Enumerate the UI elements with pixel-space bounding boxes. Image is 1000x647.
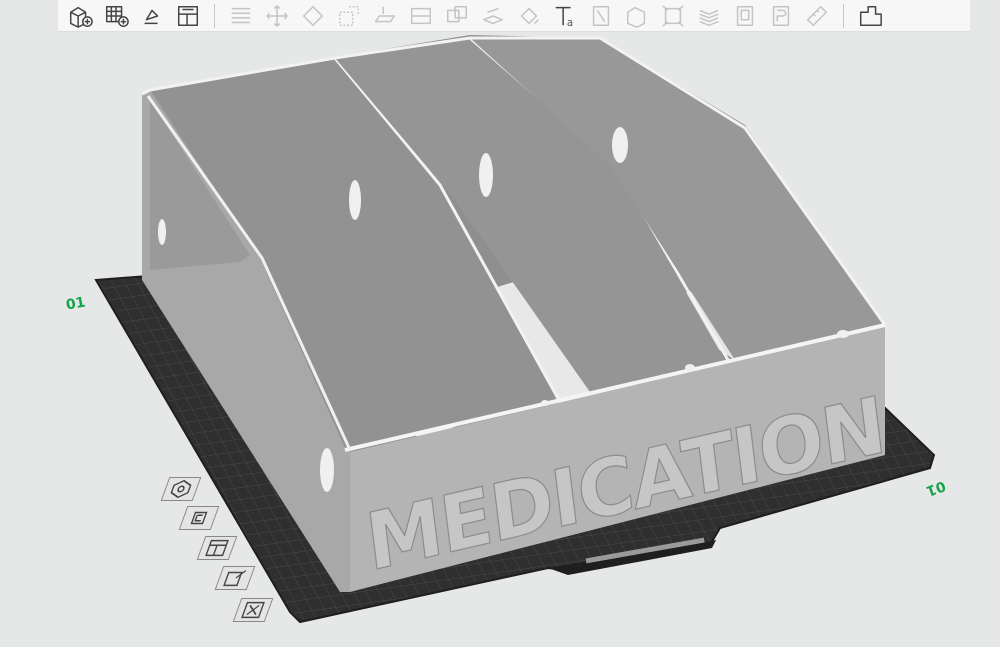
hole (685, 364, 695, 372)
plate-filament-button[interactable] (178, 506, 220, 530)
hole (541, 400, 549, 406)
toolbar-separator (843, 3, 844, 28)
toolbar-separator (214, 3, 215, 28)
part-icon (772, 5, 790, 26)
lay-on-face-icon (374, 6, 396, 22)
lay-on-face-button[interactable] (367, 1, 403, 31)
emboss-button[interactable] (619, 1, 655, 31)
seam-paint-button[interactable] (583, 1, 619, 31)
sla-hollow-button[interactable] (727, 1, 763, 31)
support-paint-button[interactable] (475, 1, 511, 31)
add-plate-button[interactable] (98, 1, 134, 31)
hole (479, 153, 493, 197)
sla-hollow-icon (736, 5, 754, 26)
layers-button[interactable] (223, 1, 259, 31)
fix-model-button[interactable] (655, 1, 691, 31)
cut-icon (410, 7, 432, 24)
move-button[interactable] (259, 1, 295, 31)
scene-canvas[interactable]: MEDICATION (0, 0, 1000, 643)
hole (158, 219, 166, 245)
add-plate-icon (105, 5, 129, 27)
plate-edit-button[interactable] (214, 566, 256, 590)
add-object-button[interactable] (62, 1, 98, 31)
plate-label-left: 01 (64, 294, 87, 314)
hole (837, 330, 849, 338)
part-button[interactable] (763, 1, 799, 31)
assembly-button[interactable] (852, 1, 888, 31)
text-tool-icon: a (555, 6, 573, 29)
boolean-icon (446, 5, 468, 22)
support-paint-icon (482, 7, 504, 24)
variable-layer-button[interactable] (691, 1, 727, 31)
emboss-icon (626, 6, 646, 28)
top-toolbar: a (58, 0, 970, 32)
arrange-icon (177, 5, 199, 26)
hole (349, 180, 361, 220)
plate-settings-button[interactable] (160, 477, 202, 501)
move-icon (266, 4, 288, 27)
color-paint-icon (520, 7, 539, 24)
cut-button[interactable] (403, 1, 439, 31)
arrange-button[interactable] (170, 1, 206, 31)
rotate-icon (302, 5, 324, 26)
delete-plate-button[interactable] (232, 598, 274, 622)
hole (320, 448, 334, 492)
svg-text:a: a (567, 18, 573, 29)
layers-icon (231, 7, 251, 23)
assembly-icon (859, 5, 882, 26)
measure-button[interactable] (799, 1, 835, 31)
fix-model-icon (662, 4, 684, 27)
scale-button[interactable] (331, 1, 367, 31)
seam-paint-icon (592, 5, 610, 26)
3d-viewport[interactable]: MEDICATION 01 01 (0, 0, 1000, 643)
text-tool-button[interactable]: a (547, 1, 583, 31)
hole (612, 127, 628, 163)
auto-orient-button[interactable] (134, 1, 170, 31)
rotate-button[interactable] (295, 1, 331, 31)
color-paint-button[interactable] (511, 1, 547, 31)
boolean-button[interactable] (439, 1, 475, 31)
arrange-plate-button[interactable] (196, 536, 238, 560)
measure-icon (806, 5, 828, 26)
auto-orient-icon (144, 9, 159, 24)
variable-layer-icon (699, 9, 719, 26)
add-object-icon (69, 6, 93, 28)
scale-icon (338, 5, 360, 26)
